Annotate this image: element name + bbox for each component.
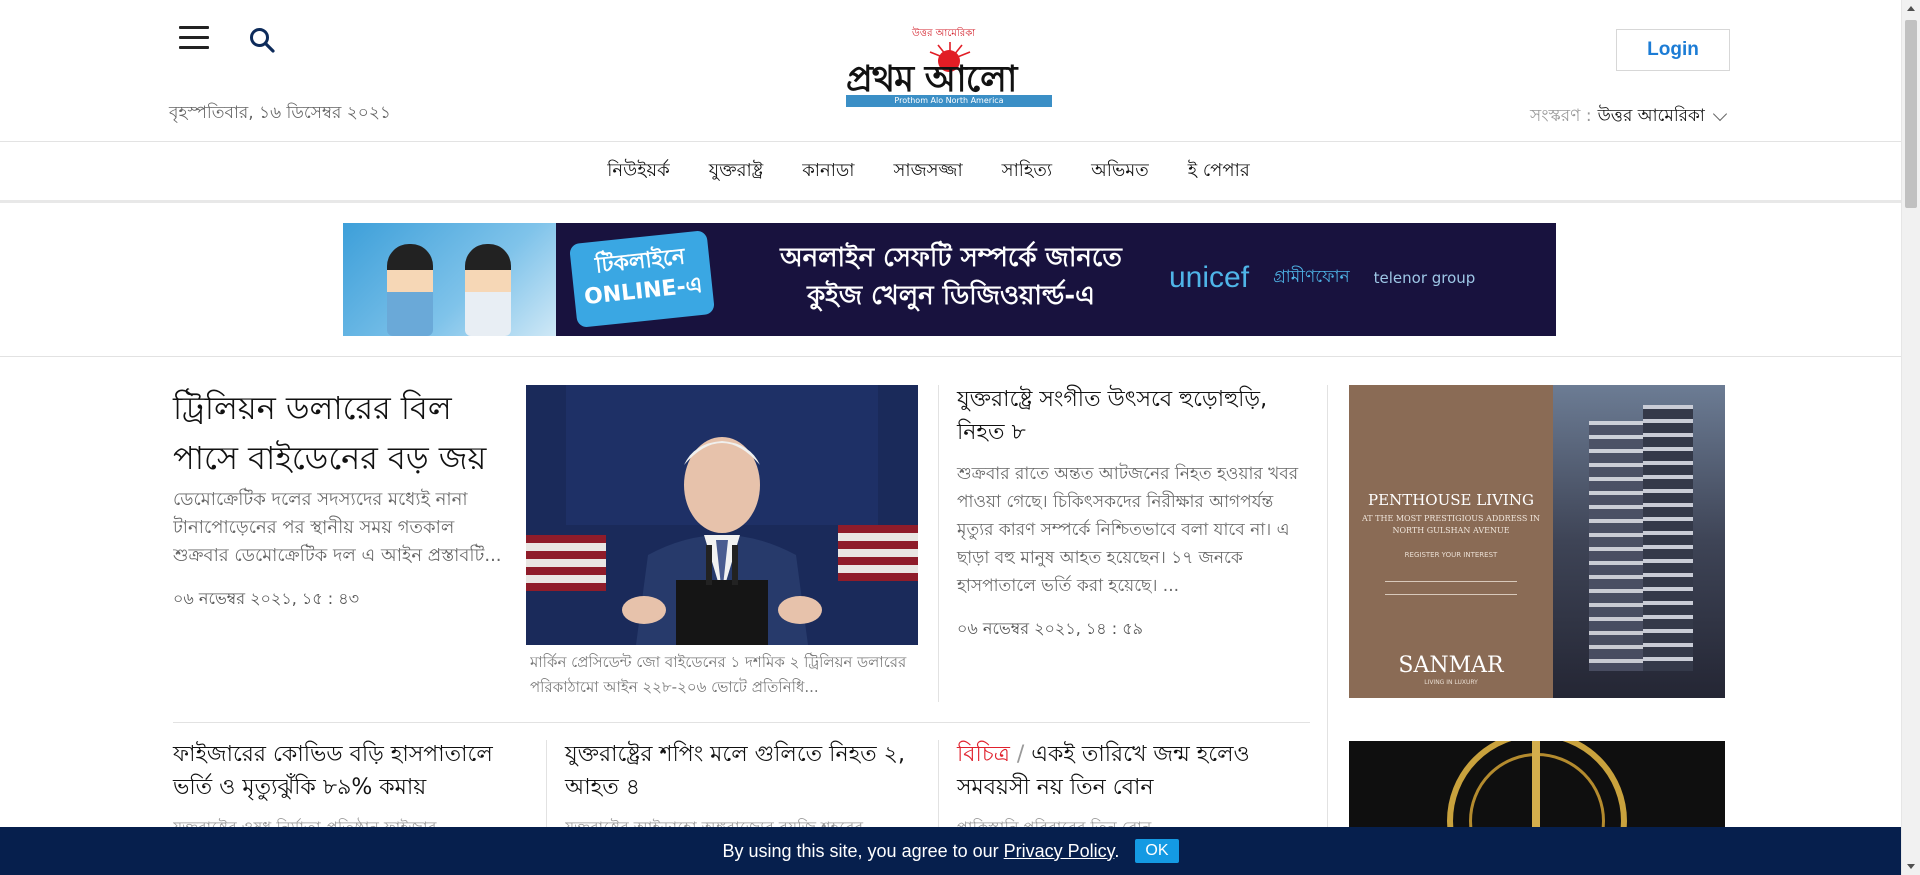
- banner-illustration: [343, 223, 556, 336]
- sponsor-telenor: telenor group: [1373, 269, 1476, 287]
- cookie-ok-button[interactable]: OK: [1135, 839, 1179, 863]
- sponsor-grameenphone: গ্রামীণফোন: [1273, 267, 1350, 287]
- edition-selector[interactable]: সংস্করণ : উত্তর আমেরিকা: [1530, 103, 1727, 131]
- main-nav: নিউইয়র্ক যুক্তরাষ্ট্র কানাডা সাজসজ্জা স…: [0, 143, 1901, 203]
- divider: [173, 722, 1310, 723]
- divider: [0, 356, 1901, 357]
- nav-item-literature[interactable]: সাহিত্য: [1002, 156, 1052, 187]
- ad-brand: SANMAR: [1398, 653, 1504, 678]
- banner-headline-line-1: অনলাইন সেফটি সম্পর্কে জানতে: [780, 243, 1122, 273]
- page: বৃহস্পতিবার, ১৬ ডিসেম্বর ২০২১ উত্তর আমের…: [0, 0, 1901, 875]
- logo-strip: Prothom Alo North America: [846, 95, 1052, 107]
- scroll-down-icon[interactable]: [1907, 864, 1915, 869]
- nav-item-usa[interactable]: যুক্তরাষ্ট্র: [709, 156, 763, 187]
- ad-building-photo: [1553, 385, 1725, 698]
- nav-item-opinion[interactable]: অভিমত: [1091, 156, 1149, 187]
- cookie-text: By using this site, you agree to our Pri…: [722, 841, 1119, 862]
- story-title[interactable]: ফাইজারের কোভিড বড়ি হাসপাতালে ভর্তি ও মৃ…: [173, 738, 533, 804]
- banner-ad[interactable]: টিকলাইনে ONLINE-এ অনলাইন সেফটি সম্পর্কে …: [343, 223, 1556, 336]
- sponsor-unicef: unicef: [1169, 261, 1250, 294]
- vertical-scrollbar[interactable]: [1901, 0, 1920, 875]
- banner-headline-line-2: কুইজ খেলুন ডিজিওয়ার্ল্ড-এ: [807, 281, 1095, 311]
- banner-badge: টিকলাইনে ONLINE-এ: [568, 230, 716, 328]
- nav-item-newyork[interactable]: নিউইয়র্ক: [607, 156, 669, 187]
- lead-story-summary: ডেমোক্রেটিক দলের সদস্যদের মধ্যেই নানা টা…: [173, 489, 502, 566]
- scroll-up-icon[interactable]: [1907, 6, 1915, 11]
- lead-story-time: ০৬ নভেম্বর ২০২১, ১৫ : ৪৩: [173, 589, 359, 608]
- current-date: বৃহস্পতিবার, ১৬ ডিসেম্বর ২০২১: [169, 103, 391, 123]
- lead-story-caption: মার্কিন প্রেসিডেন্ট জো বাইডেনের ১ দশমিক …: [530, 653, 907, 696]
- lead-story-title[interactable]: ট্রিলিয়ন ডলারের বিল পাসে বাইডেনের বড় জ…: [173, 383, 513, 483]
- site-header: বৃহস্পতিবার, ১৬ ডিসেম্বর ২০২১ উত্তর আমের…: [0, 0, 1901, 142]
- search-icon[interactable]: [248, 26, 276, 54]
- cookie-consent-bar: By using this site, you agree to our Pri…: [0, 827, 1901, 875]
- story-time: ০৬ নভেম্বর ২০২১, ১৪ : ৫৯: [957, 619, 1143, 638]
- hamburger-icon[interactable]: [179, 26, 209, 50]
- nav-item-epaper[interactable]: ই পেপার: [1188, 156, 1250, 187]
- ad-brand-sub: LIVING IN LUXURY: [1424, 679, 1478, 686]
- site-logo[interactable]: উত্তর আমেরিকা প্রথম আলো Prothom Alo Nort…: [846, 26, 1052, 107]
- cookie-period: .: [1114, 840, 1120, 861]
- edition-label: সংস্করণ :: [1530, 106, 1592, 126]
- sidebar-ad-sanmar[interactable]: PENTHOUSE LIVING AT THE MOST PRESTIGIOUS…: [1349, 385, 1725, 698]
- ad-register: REGISTER YOUR INTEREST: [1404, 551, 1498, 559]
- banner-sponsors: unicef গ্রামীণফোন telenor group: [1169, 261, 1475, 295]
- login-button[interactable]: Login: [1616, 29, 1730, 71]
- story-summary: শুক্রবার রাতে অন্তত আটজনের নিহত হওয়ার খ…: [957, 464, 1299, 596]
- story-kicker[interactable]: বিচিত্র: [957, 742, 1010, 767]
- privacy-policy-link[interactable]: Privacy Policy: [1004, 841, 1115, 861]
- column-divider: [1327, 385, 1328, 875]
- cookie-message: By using this site, you agree to our: [722, 840, 999, 861]
- column-divider: [938, 385, 939, 702]
- ad-title: PENTHOUSE LIVING: [1368, 491, 1534, 509]
- ad-panel: PENTHOUSE LIVING AT THE MOST PRESTIGIOUS…: [1349, 385, 1553, 698]
- nav-item-lifestyle[interactable]: সাজসজ্জা: [893, 156, 962, 187]
- ad-subtitle: AT THE MOST PRESTIGIOUS ADDRESS IN NORTH…: [1361, 514, 1541, 535]
- story-headline[interactable]: বিচিত্র / একই তারিখে জন্ম হলেও সমবয়সী ন…: [957, 738, 1297, 804]
- ad-divider-lines: [1385, 581, 1517, 595]
- story-title[interactable]: যুক্তরাষ্ট্রে সংগীত উৎসবে হুড়োহুড়ি, নি…: [957, 383, 1287, 449]
- nav-item-canada[interactable]: কানাডা: [802, 156, 854, 187]
- edition-value: উত্তর আমেরিকা: [1597, 106, 1705, 126]
- story-title[interactable]: যুক্তরাষ্ট্রের শপিং মলে গুলিতে নিহত ২, আ…: [565, 738, 935, 804]
- scrollbar-thumb[interactable]: [1905, 20, 1917, 208]
- kicker-separator: /: [1016, 742, 1032, 767]
- chevron-down-icon: [1712, 106, 1727, 122]
- lead-story-image[interactable]: [526, 385, 918, 645]
- banner-headline: অনলাইন সেফটি সম্পর্কে জানতে কুইজ খেলুন ড…: [761, 239, 1141, 315]
